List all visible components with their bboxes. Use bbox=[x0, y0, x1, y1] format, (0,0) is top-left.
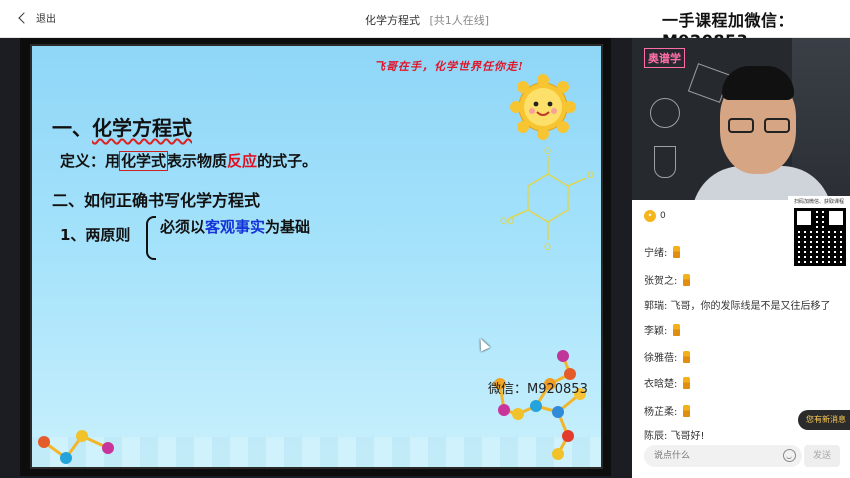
lesson-title: 化学方程式 [共1人在线] bbox=[365, 12, 489, 28]
right-panel: 奥谱学 扫码加微信、获取课程 • 0 宁绪: 张贺之: 郭瑞: 飞哥，你的发际线… bbox=[632, 38, 850, 478]
chat-user: 张贺之: bbox=[644, 276, 678, 287]
svg-text:O: O bbox=[544, 147, 551, 157]
chat-text: 飞哥，你的发际线是不是又往后移了 bbox=[667, 301, 831, 312]
emoji-icon[interactable] bbox=[783, 449, 796, 462]
teacher-glasses bbox=[728, 118, 790, 134]
heading-1-prefix: 一、 bbox=[52, 116, 92, 140]
chat-message: 宁绪: bbox=[644, 244, 681, 259]
molecule-balls-right bbox=[494, 350, 586, 460]
chat-message: 陈辰: 飞哥好! bbox=[644, 427, 705, 442]
principle-1-b: 客观事实 bbox=[205, 218, 266, 236]
qr-code-panel: 扫码加微信、获取课程 bbox=[788, 196, 850, 270]
chat-user: 陈辰: bbox=[644, 431, 668, 442]
courseware-slide: 飞哥在手，化学世界任你走! O O OO O 一、化学方程式 定义：用化学式表示… bbox=[30, 44, 603, 469]
principle-1-c: 为基础 bbox=[265, 218, 311, 236]
chat-message: 杨芷柔: bbox=[644, 403, 691, 418]
lesson-title-text: 化学方程式 bbox=[365, 14, 420, 27]
slide-heading-1: 一、化学方程式 bbox=[52, 112, 192, 141]
thumbs-up-icon bbox=[673, 324, 681, 336]
qr-code-icon bbox=[794, 208, 846, 266]
chat-user: 杨芷柔: bbox=[644, 407, 678, 418]
principle-1-a: 必须以 bbox=[160, 218, 206, 236]
molecule-balls-left bbox=[38, 430, 114, 464]
new-message-badge[interactable]: 您有新消息 bbox=[798, 410, 850, 430]
chat-message: 衣晗楚: bbox=[644, 375, 691, 390]
slide-heading-2: 二、如何正确书写化学方程式 bbox=[52, 191, 261, 210]
neon-sign: 奥谱学 bbox=[644, 48, 685, 68]
chat-message: 李颖: bbox=[644, 322, 681, 337]
definition-b: 化学式 bbox=[119, 151, 169, 171]
slide-motto: 飞哥在手，化学世界任你走! bbox=[374, 60, 524, 73]
coin-counter: • 0 bbox=[644, 210, 666, 222]
thumbs-up-icon bbox=[683, 377, 691, 389]
definition-line: 定义：用化学式表示物质反应的式子。 bbox=[60, 150, 317, 171]
app-window: 退出 化学方程式 [共1人在线] 一手课程加微信：M920853 飞哥在手，化学… bbox=[0, 0, 850, 478]
thumbs-up-icon bbox=[683, 274, 691, 286]
slide-watermark: 微信：M920853 bbox=[488, 382, 588, 397]
svg-text:OO: OO bbox=[500, 217, 514, 227]
slide-heading-3: 1、两原则 bbox=[60, 226, 131, 244]
thumbs-up-icon bbox=[673, 246, 681, 258]
svg-text:O: O bbox=[544, 243, 551, 253]
online-count: [共1人在线] bbox=[429, 14, 490, 27]
chat-user: 衣晗楚: bbox=[644, 379, 678, 390]
thumbs-up-icon bbox=[683, 405, 691, 417]
heading-1-main: 化学方程式 bbox=[92, 116, 192, 140]
chat-input-bar bbox=[644, 445, 802, 467]
definition-a: 定义：用 bbox=[60, 152, 121, 170]
top-bar: 退出 化学方程式 [共1人在线] 一手课程加微信：M920853 bbox=[0, 0, 850, 50]
teacher-hair bbox=[722, 66, 794, 100]
exit-button[interactable]: 退出 bbox=[18, 10, 56, 25]
chalk-flask-drawing bbox=[654, 146, 676, 178]
thumbs-up-icon bbox=[683, 351, 691, 363]
definition-e: 的式子。 bbox=[257, 152, 318, 170]
svg-text:O: O bbox=[587, 171, 594, 181]
chat-user: 徐雅蓓: bbox=[644, 353, 678, 364]
molecule-structure-illustration: OOOOO bbox=[500, 147, 594, 253]
principle-1: 必须以客观事实为基础 bbox=[160, 216, 310, 237]
coin-count: 0 bbox=[660, 211, 666, 221]
chat-message: 张贺之: bbox=[644, 272, 691, 287]
sun-illustration bbox=[510, 74, 576, 140]
left-brace bbox=[146, 216, 156, 260]
coin-icon: • bbox=[644, 210, 656, 222]
definition-d: 反应 bbox=[227, 152, 258, 170]
qr-caption: 扫码加微信、获取课程 bbox=[793, 199, 844, 205]
chat-user: 宁绪: bbox=[644, 248, 668, 259]
send-button[interactable]: 发送 bbox=[804, 445, 840, 467]
definition-c: 表示物质 bbox=[167, 152, 228, 170]
chat-message: 郭瑞: 飞哥，你的发际线是不是又往后移了 bbox=[644, 297, 831, 312]
chat-message: 徐雅蓓: bbox=[644, 349, 691, 364]
chat-user: 李颖: bbox=[644, 326, 668, 337]
slide-stage: 飞哥在手，化学世界任你走! O O OO O 一、化学方程式 定义：用化学式表示… bbox=[20, 38, 611, 476]
teacher-video: 奥谱学 bbox=[632, 38, 850, 200]
exit-label: 退出 bbox=[36, 14, 56, 25]
chat-text: 飞哥好! bbox=[667, 431, 705, 442]
chalk-atom-drawing bbox=[650, 98, 680, 128]
chat-input[interactable] bbox=[654, 448, 774, 464]
chevron-left-icon bbox=[18, 11, 30, 24]
chat-user: 郭瑞: bbox=[644, 301, 668, 312]
